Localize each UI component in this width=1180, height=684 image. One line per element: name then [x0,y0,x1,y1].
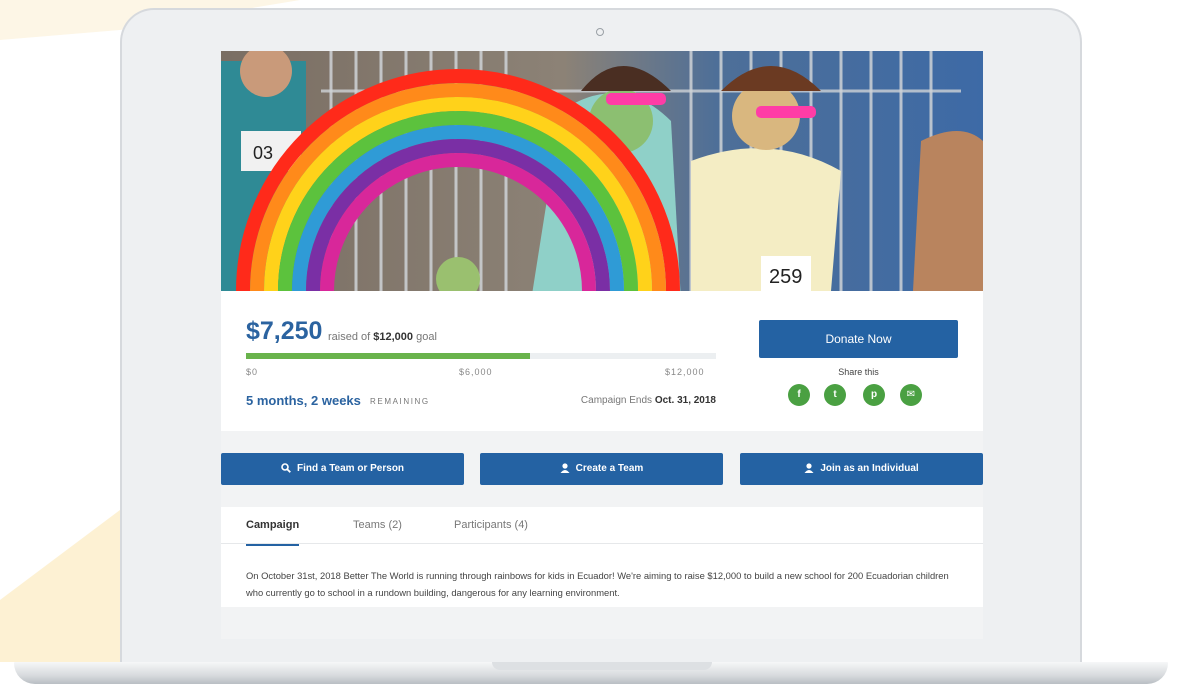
user-icon [560,463,570,473]
tab-divider [221,543,983,544]
time-remaining-label: REMAINING [370,397,430,406]
user-icon [804,463,814,473]
goal-amount: $12,000 [373,331,414,343]
join-as-individual-label: Join as an Individual [820,463,919,474]
find-team-or-person-button[interactable]: Find a Team or Person [221,453,464,485]
campaign-page: 03 259 $7,250 raised of $12,000 goal $0 … [221,51,983,639]
search-icon [281,463,291,473]
raised-of-label: raised of [328,331,371,343]
webcam-icon [596,28,604,36]
campaign-end-date: Campaign Ends Oct. 31, 2018 [581,395,716,406]
create-team-label: Create a Team [575,463,644,474]
progress-bar-fill [246,353,530,359]
time-remaining-value: 5 months, 2 weeks [246,393,361,408]
campaign-ends-date: Oct. 31, 2018 [654,395,716,406]
svg-text:259: 259 [769,266,802,288]
tab-campaign[interactable]: Campaign [246,519,300,546]
campaign-description: On October 31st, 2018 Better The World i… [246,570,949,598]
campaign-ends-label: Campaign Ends [580,395,653,406]
svg-text:03: 03 [253,143,273,163]
campaign-summary-card: $7,250 raised of $12,000 goal $0 $6,000 … [221,291,983,431]
campaign-tabs-panel: Campaign Teams (2) Participants (4) On O… [221,507,983,607]
goal-suffix: goal [416,331,437,343]
progress-tick-mid: $6,000 [459,367,493,377]
hero-image: 03 259 [221,51,983,291]
create-team-button[interactable]: Create a Team [480,453,723,485]
twitter-icon[interactable]: t [824,384,846,406]
pinterest-icon[interactable]: p [863,384,885,406]
raised-amount: $7,250 [246,317,323,345]
donate-now-button[interactable]: Donate Now [759,320,958,358]
tab-teams[interactable]: Teams (2) [353,519,402,543]
email-icon[interactable]: ✉ [900,384,922,406]
tab-participants[interactable]: Participants (4) [454,519,528,543]
progress-tick-min: $0 [246,367,259,377]
laptop-base-notch [492,662,712,670]
progress-tick-max: $12,000 [665,367,705,377]
join-as-individual-button[interactable]: Join as an Individual [740,453,983,485]
find-team-or-person-label: Find a Team or Person [296,463,405,474]
facebook-icon[interactable]: f [788,384,810,406]
share-label: Share this [838,367,879,377]
progress-bar [246,353,716,359]
raised-of-goal: raised of $12,000 goal [328,331,437,343]
